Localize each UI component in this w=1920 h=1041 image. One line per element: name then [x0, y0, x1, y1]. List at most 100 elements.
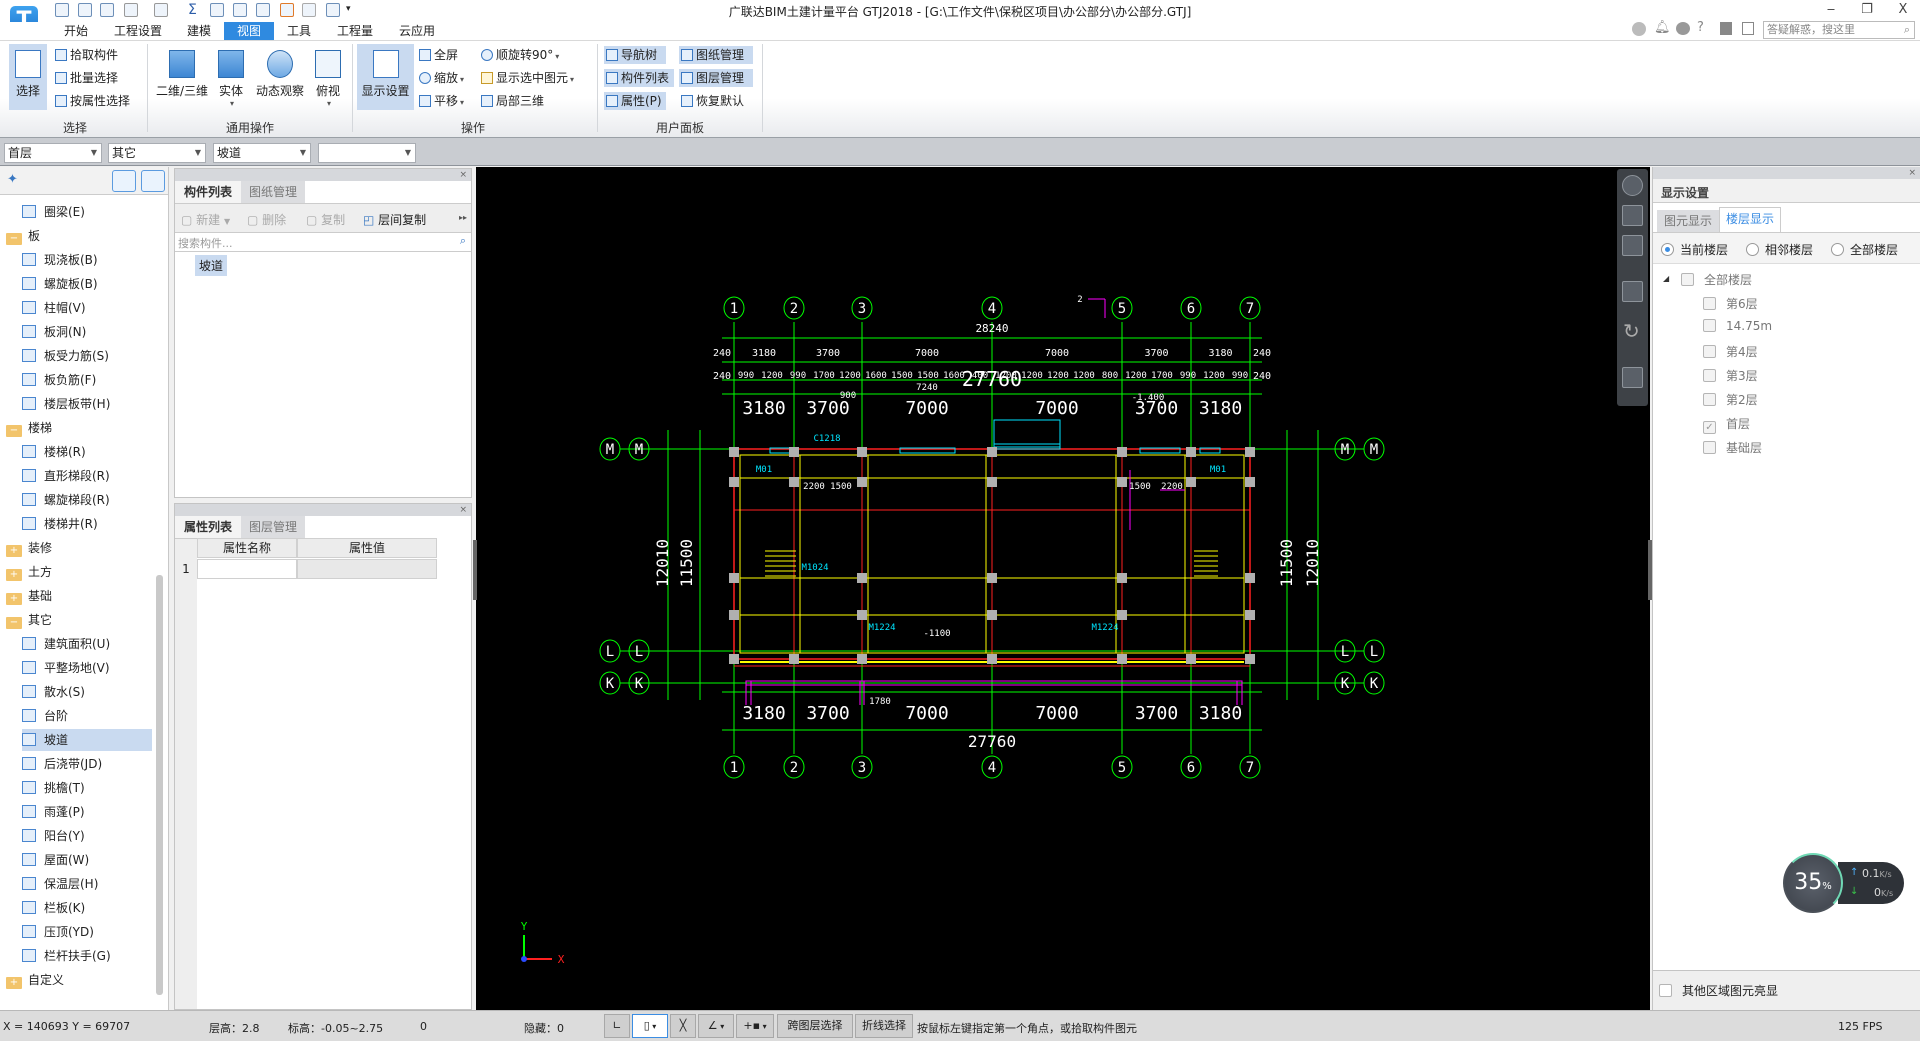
tree-folder[interactable]: − 其它: [6, 609, 52, 631]
floor-scope-radio[interactable]: 相邻楼层: [1746, 241, 1813, 258]
tree-item[interactable]: 栏板(K): [22, 897, 85, 919]
tree-item[interactable]: 现浇板(B): [22, 249, 98, 271]
cube-3d-icon[interactable]: [1622, 205, 1643, 226]
sum-icon[interactable]: Σ: [188, 2, 197, 18]
angle-dropdown[interactable]: ∠ ▾: [698, 1014, 734, 1038]
tree-item[interactable]: 楼层板带(H): [22, 393, 110, 415]
floor-item[interactable]: 14.75m: [1703, 319, 1772, 333]
component-type-select[interactable]: 坡道 ▼: [213, 143, 311, 163]
tree-item[interactable]: 楼梯井(R): [22, 513, 98, 535]
pick-component-button[interactable]: 拾取构件: [53, 46, 118, 64]
cross-snap-toggle[interactable]: ╳: [670, 1014, 696, 1038]
list-view-icon[interactable]: [112, 170, 136, 192]
tree-folder[interactable]: + 装修: [6, 537, 52, 559]
checklist-icon[interactable]: [1622, 367, 1643, 388]
left-panel-splitter[interactable]: [473, 540, 477, 600]
tree-item[interactable]: 散水(S): [22, 681, 85, 703]
checkbox[interactable]: [1703, 393, 1716, 406]
highlight-other-checkbox[interactable]: 其他区域图元亮显: [1659, 982, 1778, 999]
new-file-icon[interactable]: [78, 3, 92, 17]
fullscreen-button[interactable]: 全屏: [417, 46, 458, 64]
close-icon[interactable]: ×: [459, 505, 467, 515]
component-select[interactable]: ▼: [318, 143, 416, 163]
rotate-90-button[interactable]: 顺旋转90° ▾: [479, 46, 559, 64]
tab-tools[interactable]: 工具: [282, 22, 316, 40]
property-name-cell[interactable]: [197, 559, 297, 579]
tree-folder[interactable]: − 板: [6, 225, 40, 247]
batch-select-button[interactable]: 批量选择: [53, 69, 118, 87]
solid-cube-icon[interactable]: [1622, 281, 1643, 302]
restore-default-button[interactable]: 恢复默认: [679, 92, 744, 110]
tree-item[interactable]: 螺旋梯段(R): [22, 489, 110, 511]
local-3d-button[interactable]: 局部三维: [479, 92, 544, 110]
view-icon[interactable]: [256, 3, 270, 17]
floor-scope-radio[interactable]: 全部楼层: [1831, 241, 1898, 258]
checkbox[interactable]: [1703, 297, 1716, 310]
tree-item[interactable]: 板受力筋(S): [22, 345, 109, 367]
category-select[interactable]: 其它 ▼: [108, 143, 206, 163]
checkbox[interactable]: [1703, 441, 1716, 454]
customize-quick-access-icon[interactable]: ▾: [346, 4, 351, 14]
card-view-icon[interactable]: [141, 170, 165, 192]
drawing-manager-button[interactable]: 图纸管理: [679, 46, 753, 64]
chat-icon[interactable]: [1676, 22, 1690, 35]
floor-scope-radio[interactable]: 当前楼层: [1661, 241, 1728, 258]
component-list-button[interactable]: 构件列表: [604, 69, 674, 87]
floor-item[interactable]: 第3层: [1703, 367, 1758, 384]
radio-icon[interactable]: [1746, 243, 1759, 256]
polyline-select-button[interactable]: 折线选择: [855, 1014, 913, 1038]
shirt-icon[interactable]: [1720, 22, 1732, 35]
undo-icon[interactable]: [124, 3, 138, 17]
properties-button[interactable]: 属性(P): [604, 92, 666, 110]
select-button[interactable]: 选择: [9, 44, 47, 110]
tab-start[interactable]: 开始: [60, 22, 92, 40]
pan-button[interactable]: 平移 ▾: [417, 92, 464, 110]
floor-select[interactable]: 首层 ▼: [4, 143, 102, 163]
checkbox[interactable]: [1703, 345, 1716, 358]
tab-component-list[interactable]: 构件列表: [175, 181, 241, 203]
tab-element-display[interactable]: 图元显示: [1657, 210, 1719, 232]
floor-item[interactable]: 基础层: [1703, 439, 1762, 456]
tree-item[interactable]: 雨蓬(P): [22, 801, 85, 823]
redo-icon[interactable]: [154, 3, 168, 17]
tree-item[interactable]: 后浇带(JD): [22, 753, 102, 775]
tree-item[interactable]: 台阶: [22, 705, 68, 727]
tree-item[interactable]: 圈梁(E): [22, 201, 85, 223]
tree-item[interactable]: 板洞(N): [22, 321, 86, 343]
radio-icon[interactable]: [1831, 243, 1844, 256]
tree-folder[interactable]: − 楼梯: [6, 417, 52, 439]
tab-view[interactable]: 视图: [224, 22, 274, 40]
zoom-button[interactable]: 缩放 ▾: [417, 69, 464, 87]
tab-quantities[interactable]: 工程量: [330, 22, 380, 40]
checkbox[interactable]: [1681, 273, 1694, 286]
tree-item[interactable]: 栏杆扶手(G): [22, 945, 111, 967]
show-selected-button[interactable]: 显示选中图元 ▾: [479, 69, 574, 87]
component-search-input[interactable]: 搜索构件... ⌕: [175, 233, 471, 252]
floor-item[interactable]: 第6层: [1703, 295, 1758, 312]
close-icon[interactable]: ×: [459, 170, 467, 180]
tree-item[interactable]: 挑檐(T): [22, 777, 85, 799]
tree-scrollbar[interactable]: [156, 575, 163, 995]
solid-button[interactable]: 实体 ▾: [214, 44, 248, 124]
report-icon[interactable]: [210, 3, 224, 17]
floor-copy-button[interactable]: ◰ 层间复制: [363, 211, 426, 228]
top-view-button[interactable]: 俯视 ▾: [311, 44, 345, 124]
tree-item[interactable]: 板负筋(F): [22, 369, 96, 391]
orbit-icon[interactable]: [1622, 175, 1643, 196]
restore-button[interactable]: ❐: [1856, 2, 1878, 20]
floor-item[interactable]: 第2层: [1703, 391, 1758, 408]
tree-folder[interactable]: + 基础: [6, 585, 52, 607]
tab-project-settings[interactable]: 工程设置: [110, 22, 166, 40]
user-icon[interactable]: [1632, 22, 1646, 36]
checkbox[interactable]: [1659, 984, 1672, 997]
delete-button[interactable]: ▢ 删除: [247, 211, 286, 228]
orthogonal-toggle[interactable]: ∟: [604, 1014, 630, 1038]
checkbox[interactable]: [1703, 319, 1716, 332]
checkbox[interactable]: [1703, 369, 1716, 382]
2d-3d-button[interactable]: 二维/三维: [153, 44, 211, 110]
collapse-triangle-icon[interactable]: ◢: [1663, 274, 1669, 283]
tab-drawing-manager[interactable]: 图纸管理: [241, 181, 305, 203]
copy-button[interactable]: ▢ 复制: [306, 211, 345, 228]
tab-cloud[interactable]: 云应用: [392, 22, 442, 40]
search-icon[interactable]: ⌕: [460, 234, 466, 248]
